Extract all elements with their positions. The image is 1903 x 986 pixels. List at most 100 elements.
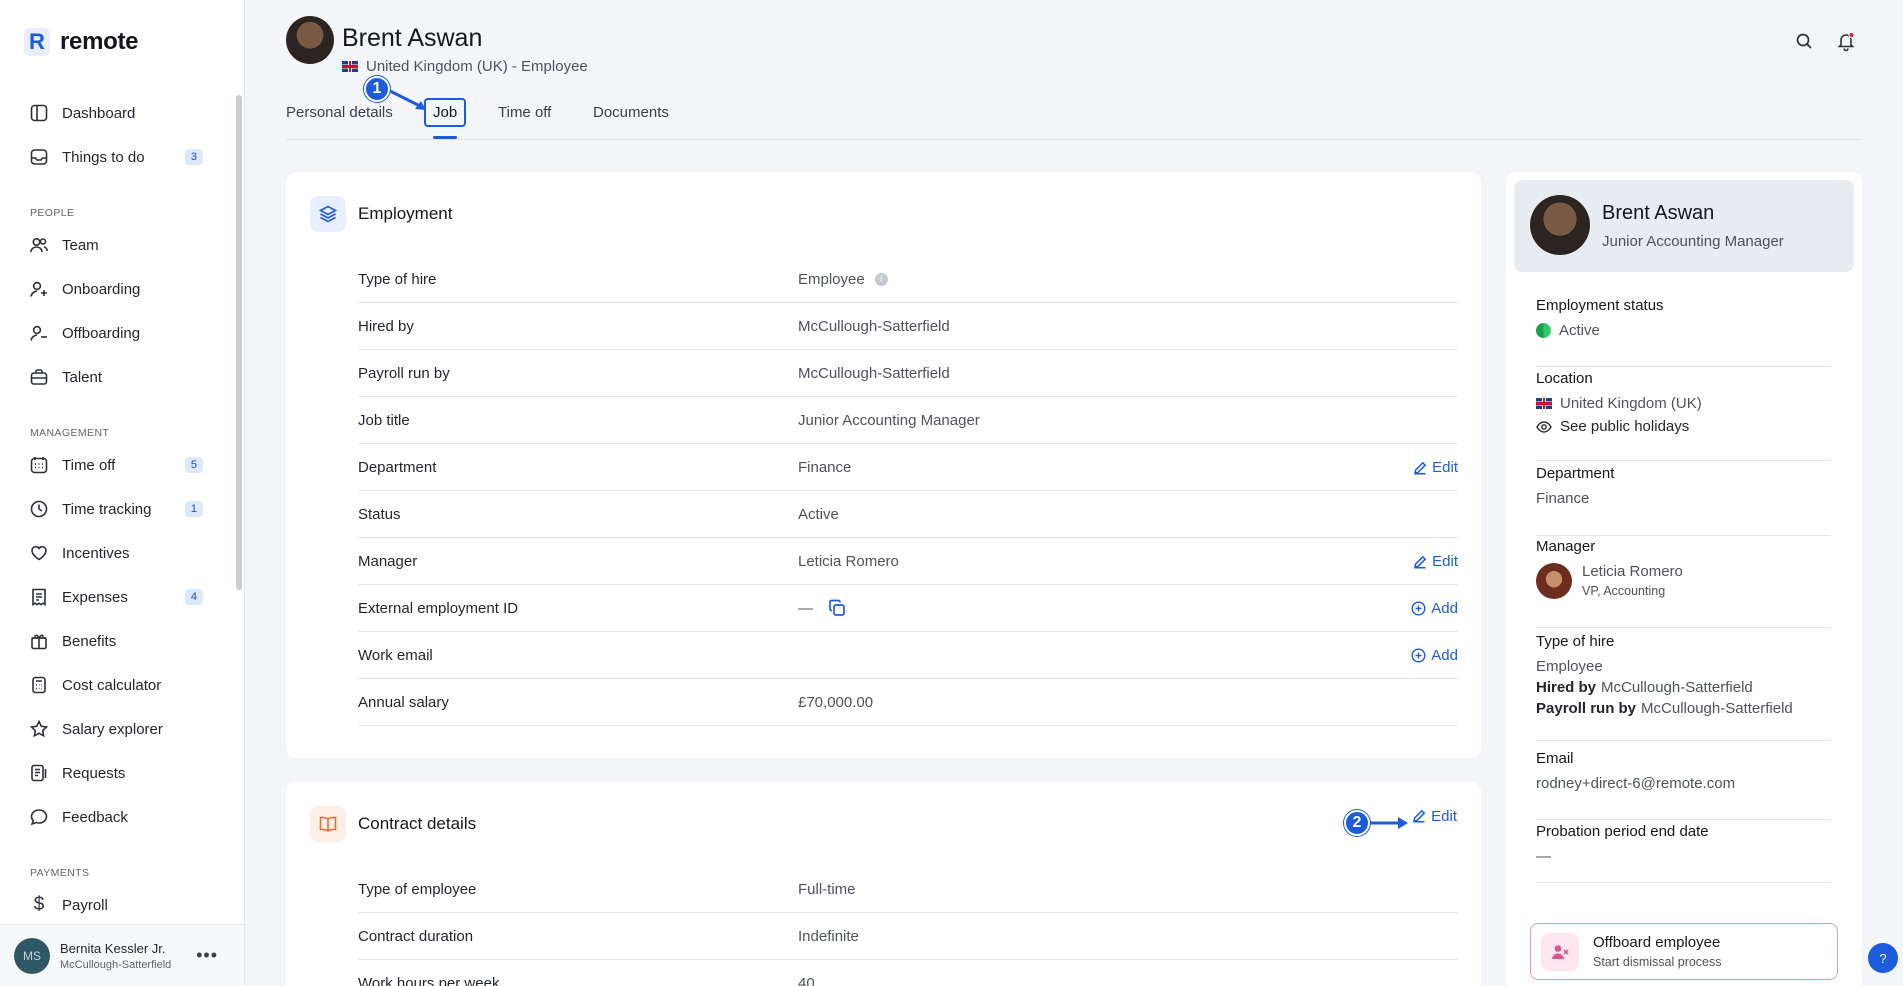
sidebar-item-label: Feedback <box>62 808 128 826</box>
sidebar-item-expenses[interactable]: Expenses 4 <box>28 581 203 613</box>
chat-icon <box>28 806 50 828</box>
location-value: United Kingdom (UK) <box>1560 395 1702 412</box>
sidebar-item-salary-explorer[interactable]: Salary explorer <box>28 713 203 745</box>
nav-section-payments: PAYMENTS <box>30 867 90 879</box>
row-value: Finance <box>798 458 852 476</box>
nav-section-management: MANAGEMENT <box>30 427 110 439</box>
tab-time-off[interactable]: Time off <box>498 104 551 121</box>
row-label: External employment ID <box>358 599 519 617</box>
sidebar-item-label: Expenses <box>62 588 128 606</box>
edit-contract-button[interactable]: Edit <box>1412 804 1457 828</box>
sidebar-item-label: Things to do <box>62 148 145 166</box>
table-row: Work email Add <box>358 632 1458 679</box>
sidebar: R remote Dashboard Things to do 3 PEOPLE… <box>0 0 245 986</box>
row-label: Work hours per week <box>358 974 500 986</box>
calculator-icon <box>28 674 50 696</box>
sidebar-item-talent[interactable]: Talent <box>28 361 203 393</box>
user-company: McCullough-Satterfield <box>60 958 172 971</box>
info-icon[interactable]: i <box>874 272 888 286</box>
row-label: Payroll run by <box>358 364 450 382</box>
employee-location-type: United Kingdom (UK) - Employee <box>366 58 588 75</box>
table-row: Work hours per week 40 <box>358 960 1458 986</box>
edit-manager-button[interactable]: Edit <box>1413 538 1458 585</box>
type-value: Employee <box>1536 658 1603 675</box>
offboard-title: Offboard employee <box>1593 934 1721 951</box>
more-icon[interactable]: ••• <box>196 945 218 966</box>
notification-bell-icon[interactable] <box>1835 30 1857 52</box>
sidebar-item-benefits[interactable]: Benefits <box>28 625 203 657</box>
profile-job-title: Junior Accounting Manager <box>1602 233 1784 250</box>
sidebar-item-time-off[interactable]: Time off 5 <box>28 449 203 481</box>
table-row: Type of employee Full-time <box>358 866 1458 913</box>
sidebar-item-onboarding[interactable]: Onboarding <box>28 273 203 305</box>
edit-department-button[interactable]: Edit <box>1413 444 1458 491</box>
avatar: MS <box>14 937 50 974</box>
step-marker-1: 1 <box>364 76 390 102</box>
row-label: Status <box>358 505 401 523</box>
edit-label: Edit <box>1432 553 1458 570</box>
count-badge: 3 <box>184 149 203 165</box>
table-row: Job title Junior Accounting Manager <box>358 397 1458 444</box>
row-label: Work email <box>358 646 433 664</box>
page-title: Brent Aswan <box>342 24 483 52</box>
sidebar-item-label: Team <box>62 236 99 254</box>
layers-icon <box>310 196 346 232</box>
pencil-icon <box>1414 461 1427 475</box>
copy-icon[interactable] <box>827 598 847 618</box>
tab-personal-details[interactable]: Personal details <box>286 104 393 121</box>
sidebar-scrollbar[interactable] <box>236 95 242 590</box>
sidebar-item-label: Cost calculator <box>62 676 162 694</box>
row-label: Manager <box>358 552 418 570</box>
row-value: Active <box>798 505 839 523</box>
table-row: Type of hire Employee i <box>358 256 1458 303</box>
add-external-id-button[interactable]: Add <box>1411 585 1458 632</box>
offboard-employee-button[interactable]: Offboard employee Start dismissal proces… <box>1530 923 1838 980</box>
help-button[interactable]: ? <box>1868 943 1898 973</box>
table-row: Status Active <box>358 491 1458 538</box>
user-plus-icon <box>28 278 50 300</box>
row-value: £70,000.00 <box>798 693 874 711</box>
payroll-label: Payroll run by <box>1536 700 1637 717</box>
probation-value: — <box>1536 848 1551 865</box>
profile-header: Brent Aswan Junior Accounting Manager <box>1514 180 1854 272</box>
sidebar-item-team[interactable]: Team <box>28 229 203 261</box>
sidebar-item-label: Requests <box>62 764 126 782</box>
sidebar-item-requests[interactable]: Requests <box>28 757 203 789</box>
sidebar-item-things-to-do[interactable]: Things to do 3 <box>28 141 203 173</box>
add-work-email-button[interactable]: Add <box>1411 632 1458 679</box>
search-icon[interactable] <box>1793 30 1815 52</box>
manager-name[interactable]: Leticia Romero <box>1582 563 1683 580</box>
step-arrow-2 <box>1370 817 1408 829</box>
department-section: Department Finance <box>1536 465 1831 536</box>
user-account[interactable]: MS Bernita Kessler Jr. McCullough-Satter… <box>0 924 244 986</box>
briefcase-icon <box>28 366 50 388</box>
logo-mark: R <box>24 28 50 56</box>
see-public-holidays-link[interactable]: See public holidays <box>1536 418 1831 435</box>
section-label: Type of hire <box>1536 633 1615 650</box>
sidebar-item-offboarding[interactable]: Offboarding <box>28 317 203 349</box>
sidebar-item-time-tracking[interactable]: Time tracking 1 <box>28 493 203 525</box>
tab-documents[interactable]: Documents <box>593 104 669 121</box>
sidebar-item-label: Payroll <box>62 896 108 914</box>
sidebar-item-label: Onboarding <box>62 280 141 298</box>
user-name: Bernita Kessler Jr. <box>60 940 166 956</box>
probation-section: Probation period end date — <box>1536 823 1831 883</box>
sidebar-item-cost-calculator[interactable]: Cost calculator <box>28 669 203 701</box>
count-badge: 1 <box>184 501 203 517</box>
tab-job[interactable]: Job <box>424 98 467 127</box>
dollar-icon: $ <box>33 894 45 915</box>
profile-name: Brent Aswan <box>1602 202 1715 224</box>
sidebar-item-dashboard[interactable]: Dashboard <box>28 97 203 129</box>
section-label: Manager <box>1536 538 1596 555</box>
row-value: Leticia Romero <box>798 552 899 570</box>
logo[interactable]: R remote <box>24 28 139 56</box>
table-row: Payroll run by McCullough-Satterfield <box>358 350 1458 397</box>
dashboard-icon <box>28 102 50 124</box>
sidebar-item-incentives[interactable]: Incentives <box>28 537 203 569</box>
manager-avatar <box>1536 563 1572 599</box>
section-label: Probation period end date <box>1536 823 1709 840</box>
add-label: Add <box>1431 600 1458 617</box>
sidebar-item-payroll[interactable]: $ Payroll <box>28 889 203 921</box>
sidebar-item-feedback[interactable]: Feedback <box>28 801 203 833</box>
document-icon <box>28 762 50 784</box>
